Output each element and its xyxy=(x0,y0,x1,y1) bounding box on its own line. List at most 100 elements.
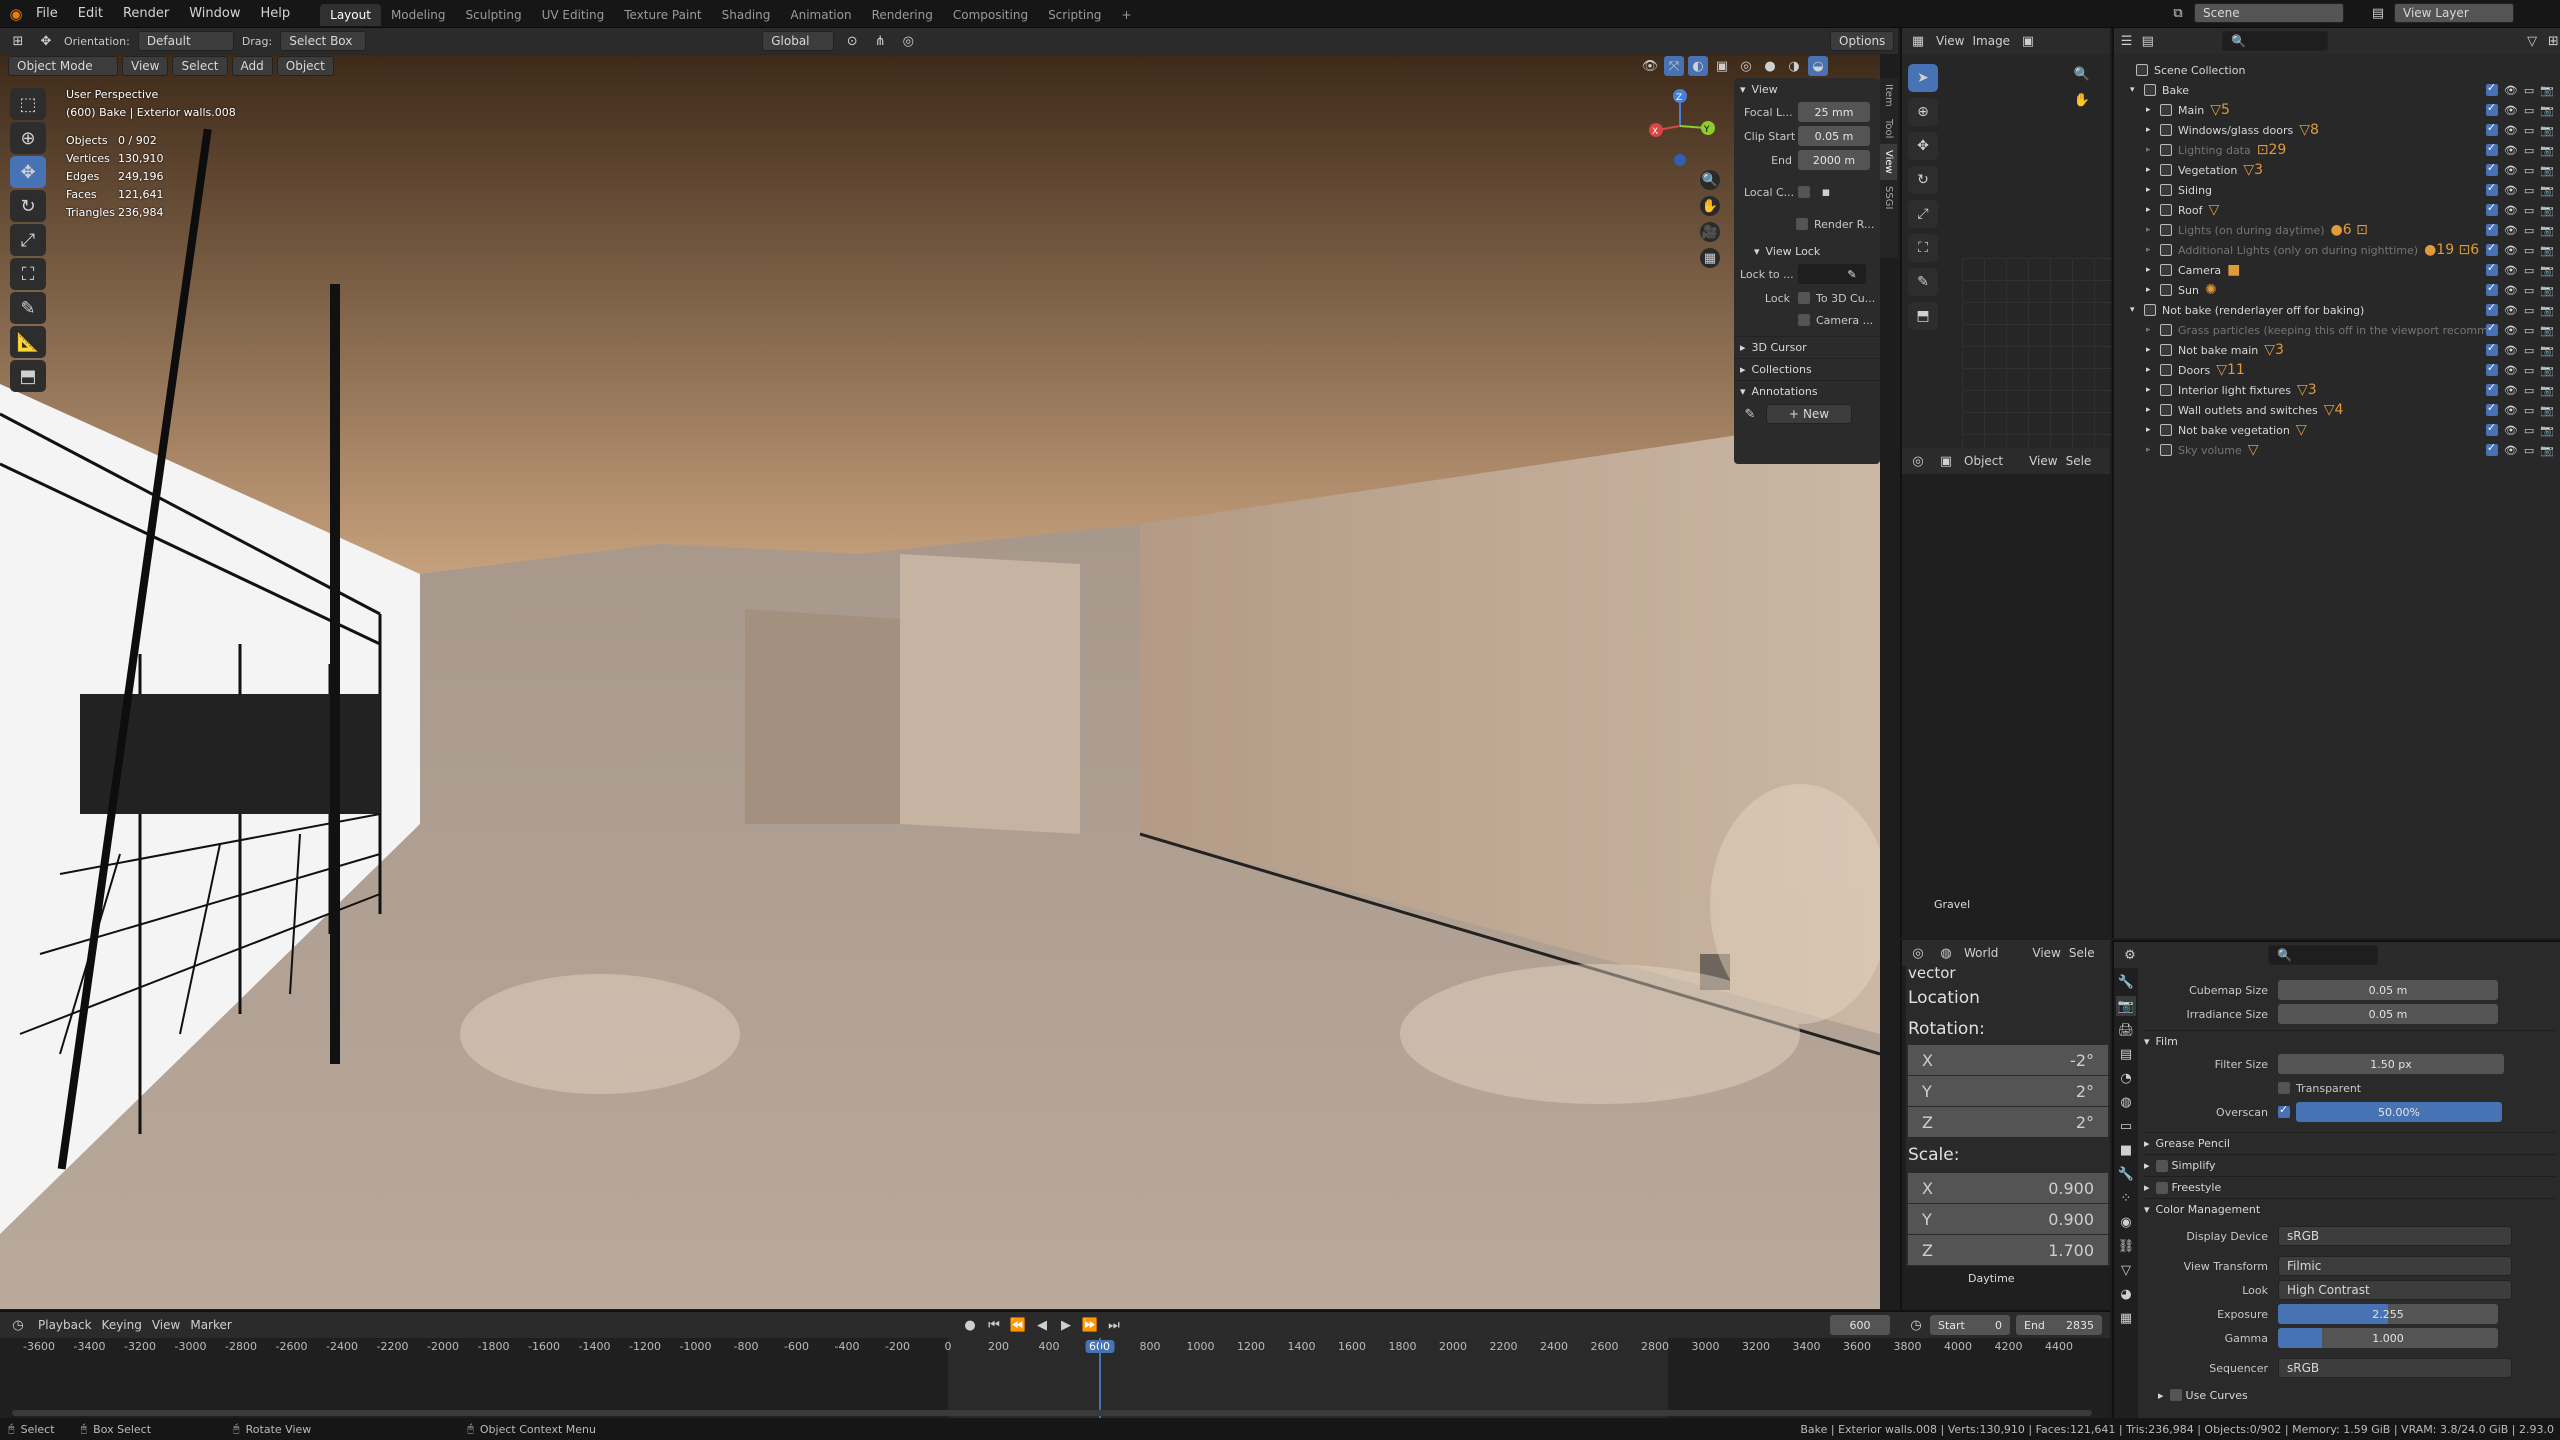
image-cursor-tool-icon[interactable]: ⊕ xyxy=(1908,98,1938,126)
image-rotate-tool-icon[interactable]: ↻ xyxy=(1908,166,1938,194)
outliner-type-icon[interactable]: ☰ xyxy=(2120,31,2133,51)
disclosure-triangle-icon[interactable]: ▸ xyxy=(2146,445,2160,455)
exclude-checkbox[interactable] xyxy=(2485,161,2498,176)
viewport-menu-view[interactable]: View xyxy=(122,56,169,76)
lock-camera-checkbox[interactable] xyxy=(1798,314,1810,326)
render-camera-icon[interactable]: 📷 xyxy=(2540,144,2554,157)
timeline-track[interactable]: -3600 -3400 -3200 -3000 -2800 -2600 -2400 -2200… xyxy=(0,1338,2110,1422)
exclude-checkbox[interactable] xyxy=(2485,181,2498,196)
disclosure-triangle-icon[interactable]: ▸ xyxy=(2146,385,2160,395)
snap-icon[interactable]: ⋔ xyxy=(870,31,890,51)
exclude-checkbox[interactable] xyxy=(2485,241,2498,256)
viewport-disable-icon[interactable]: ▭ xyxy=(2524,104,2534,117)
outliner-item[interactable]: ▸ Lights (on during daytime) ●6 ⊡ 👁 ▭ 📷 xyxy=(2114,220,2560,240)
rotation-y-field[interactable]: Y 2° xyxy=(1908,1076,2108,1106)
measure-tool-icon[interactable]: 📐 xyxy=(10,326,46,358)
outliner-item[interactable]: ▸ Roof ▽ 👁 ▭ 📷 xyxy=(2114,200,2560,220)
workspace-tab-modeling[interactable]: Modeling xyxy=(381,4,456,26)
viewport-disable-icon[interactable]: ▭ xyxy=(2524,224,2534,237)
color-management-panel-header[interactable]: Color Management xyxy=(2156,1203,2261,1216)
exclude-checkbox[interactable] xyxy=(2485,201,2498,216)
sequencer-dropdown[interactable]: sRGB xyxy=(2278,1358,2512,1378)
eye-icon[interactable]: 👁 xyxy=(2504,304,2518,317)
node-menu-select[interactable]: Sele xyxy=(2066,454,2092,468)
disclosure-triangle-icon[interactable]: ▸ xyxy=(2146,205,2160,215)
marker-menu[interactable]: Marker xyxy=(190,1318,231,1332)
outliner-item[interactable]: ▸ Vegetation ▽3 👁 ▭ 📷 xyxy=(2114,160,2560,180)
annotation-layer-icon[interactable]: ✎ xyxy=(1740,404,1760,424)
node-object-dropdown[interactable]: Object xyxy=(1964,454,2003,468)
simplify-checkbox[interactable] xyxy=(2155,1159,2168,1172)
menu-file[interactable]: File xyxy=(26,0,68,28)
simplify-panel-header[interactable]: Simplify xyxy=(2172,1159,2216,1172)
lock-to-object-field[interactable]: ✎ xyxy=(1798,264,1866,284)
disclosure-triangle-icon[interactable]: ▸ xyxy=(2146,145,2160,155)
render-camera-icon[interactable]: 📷 xyxy=(2540,164,2554,177)
overscan-field[interactable]: 50.00% xyxy=(2296,1102,2502,1122)
eye-icon[interactable]: 👁 xyxy=(2504,424,2518,437)
exclude-checkbox[interactable] xyxy=(2485,281,2498,296)
render-camera-icon[interactable]: 📷 xyxy=(2540,364,2554,377)
disclosure-triangle-icon[interactable]: ▾ xyxy=(2130,85,2144,95)
view-lock-header[interactable]: View Lock xyxy=(1766,245,1821,258)
mode-dropdown[interactable]: Object Mode xyxy=(8,56,118,76)
viewport-disable-icon[interactable]: ▭ xyxy=(2524,284,2534,297)
timeline-scrollbar[interactable] xyxy=(12,1410,2092,1416)
image-annotate-tool-icon[interactable]: ✎ xyxy=(1908,268,1938,296)
outliner-item[interactable]: ▾ Not bake (renderlayer off for baking) 👁 ▭… xyxy=(2114,300,2560,320)
grease-pencil-panel-header[interactable]: Grease Pencil xyxy=(2156,1137,2230,1150)
render-region-checkbox[interactable] xyxy=(1796,218,1808,230)
object-tab-icon[interactable]: ■ xyxy=(2116,1140,2136,1160)
use-curves-label[interactable]: Use Curves xyxy=(2186,1389,2248,1402)
outliner-search-input[interactable]: 🔍 xyxy=(2222,31,2328,51)
viewport-disable-icon[interactable]: ▭ xyxy=(2524,444,2534,457)
viewport-disable-icon[interactable]: ▭ xyxy=(2524,404,2534,417)
outliner-item[interactable]: ▸ Not bake main ▽3 👁 ▭ 📷 xyxy=(2114,340,2560,360)
focal-length-field[interactable]: 25 mm xyxy=(1798,102,1870,122)
properties-search-input[interactable]: 🔍 xyxy=(2268,945,2378,965)
disclosure-triangle-icon[interactable]: ▾ xyxy=(2130,305,2144,315)
shader-node-editor[interactable]: ◎ ▣ Object View Sele Gravel xyxy=(1900,448,2110,938)
viewport-disable-icon[interactable]: ▭ xyxy=(2524,164,2534,177)
3d-cursor-panel-header[interactable]: 3D Cursor xyxy=(1752,341,1807,354)
annotations-panel-header[interactable]: Annotations xyxy=(1752,385,1818,398)
viewport-disable-icon[interactable]: ▭ xyxy=(2524,324,2534,337)
scale-y-field[interactable]: Y 0.900 xyxy=(1908,1204,2108,1234)
playback-menu[interactable]: Playback xyxy=(38,1318,92,1332)
eye-icon[interactable]: 👁 xyxy=(2504,164,2518,177)
gamma-field[interactable]: 1.000 xyxy=(2278,1328,2498,1348)
scale-z-field[interactable]: Z 1.700 xyxy=(1908,1235,2108,1265)
display-mode-icon[interactable]: ▤ xyxy=(2141,31,2154,51)
disclosure-triangle-icon[interactable]: ▸ xyxy=(2146,265,2160,275)
irradiance-size-field[interactable]: 0.05 m xyxy=(2278,1004,2498,1024)
image-select-tool-icon[interactable]: ➤ xyxy=(1908,64,1938,92)
exclude-checkbox[interactable] xyxy=(2485,321,2498,336)
viewport-menu-select[interactable]: Select xyxy=(172,56,228,76)
outliner-item[interactable]: ▸ Grass particles (keeping this off in th… xyxy=(2114,320,2560,340)
render-camera-icon[interactable]: 📷 xyxy=(2540,344,2554,357)
play-icon[interactable]: ▶ xyxy=(1056,1315,1076,1335)
wireframe-shading-icon[interactable]: ◎ xyxy=(1736,56,1756,76)
select-tool-icon[interactable]: ⬚ xyxy=(10,88,46,120)
solid-shading-icon[interactable]: ● xyxy=(1760,56,1780,76)
viewport-disable-icon[interactable]: ▭ xyxy=(2524,264,2534,277)
eye-icon[interactable]: 👁 xyxy=(2504,204,2518,217)
lock-3d-cursor-checkbox[interactable] xyxy=(1798,292,1810,304)
exclude-checkbox[interactable] xyxy=(2485,141,2498,156)
gravel-node-label[interactable]: Gravel xyxy=(1934,898,1970,911)
start-frame-field[interactable]: Start 0 xyxy=(1930,1315,2010,1335)
world-tab-icon[interactable]: ◍ xyxy=(2116,1092,2136,1112)
image-pan-icon[interactable]: ✋ xyxy=(2072,90,2092,110)
exclude-checkbox[interactable] xyxy=(2485,121,2498,136)
tab-view[interactable]: View xyxy=(1880,144,1897,180)
keying-menu[interactable]: Keying xyxy=(102,1318,142,1332)
scale-x-field[interactable]: X 0.900 xyxy=(1908,1173,2108,1203)
outliner-item[interactable]: ▸ Windows/glass doors ▽8 👁 ▭ 📷 xyxy=(2114,120,2560,140)
image-browse-icon[interactable]: ▣ xyxy=(2018,31,2038,51)
cursor-tool-icon[interactable]: ⊕ xyxy=(10,122,46,154)
world-menu-select[interactable]: Sele xyxy=(2069,946,2095,960)
exclude-checkbox[interactable] xyxy=(2485,301,2498,316)
eye-icon[interactable]: 👁 xyxy=(2504,84,2518,97)
render-tab-icon[interactable]: 📷 xyxy=(2116,996,2136,1016)
viewport-disable-icon[interactable]: ▭ xyxy=(2524,244,2534,257)
